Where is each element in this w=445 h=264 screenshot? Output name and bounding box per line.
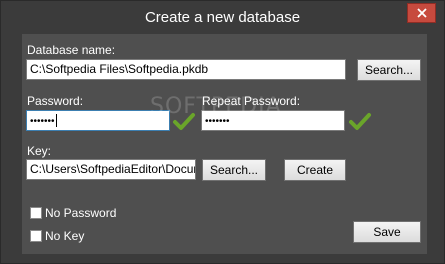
no-password-label: No Password — [45, 206, 117, 220]
dialog-body: Database name: C:\Softpedia Files\Softpe… — [22, 34, 427, 254]
create-key-button[interactable]: Create — [284, 159, 346, 181]
no-key-checkbox[interactable] — [30, 230, 42, 242]
no-key-label: No Key — [45, 229, 85, 243]
password-field[interactable]: ••••••• — [26, 110, 170, 131]
checkmark-icon — [349, 113, 371, 130]
key-field[interactable]: C:\Users\SoftpediaEditor\Documer — [26, 159, 196, 180]
create-database-dialog: Create a new database Database name: C:\… — [0, 0, 445, 264]
database-search-button[interactable]: Search... — [357, 59, 421, 81]
password-label: Password: — [27, 94, 84, 108]
close-button[interactable] — [407, 3, 436, 23]
close-icon — [416, 8, 427, 18]
no-password-checkbox[interactable] — [30, 207, 42, 219]
dialog-title: Create a new database — [144, 9, 301, 26]
key-search-button[interactable]: Search... — [202, 159, 266, 181]
title-bar: Create a new database — [1, 1, 444, 33]
text-caret — [55, 114, 57, 128]
password-value: ••••••• — [30, 116, 55, 127]
database-name-label: Database name: — [27, 43, 116, 57]
watermark: SOFTPEDIA — [150, 94, 282, 119]
save-button[interactable]: Save — [353, 221, 421, 243]
database-name-field[interactable]: C:\Softpedia Files\Softpedia.pkdb — [26, 59, 346, 80]
key-label: Key: — [27, 144, 52, 158]
